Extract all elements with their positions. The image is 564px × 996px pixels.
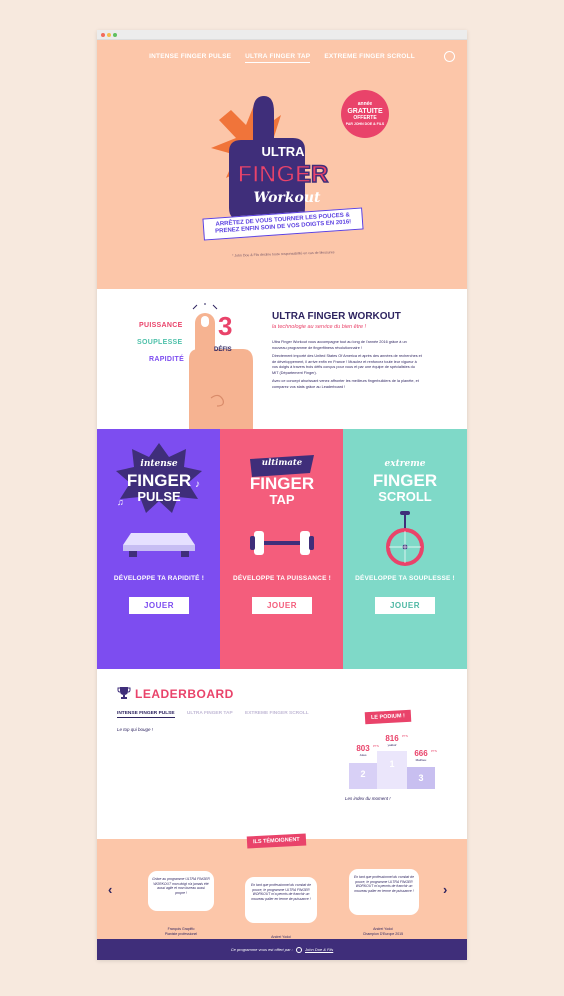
- main-nav: INTENSE FINGER PULSE ULTRA FINGER TAP EX…: [97, 53, 467, 63]
- game-card-tap: ultimate FINGER TAP DÉVELOPPE TA PUISSAN…: [220, 429, 344, 669]
- step-platform-icon: [123, 533, 195, 557]
- intro-body: Ultra Finger Workout vous accompagne tou…: [272, 340, 422, 393]
- game-tap-word1: FINGER: [249, 474, 315, 493]
- hero-section: INTENSE FINGER PULSE ULTRA FINGER TAP EX…: [97, 40, 467, 289]
- trophy-icon: [117, 687, 131, 699]
- badge-line4: PAR JOHN DOE & FILS: [345, 121, 385, 126]
- free-year-badge: année GRATUITE OFFERTE PAR JOHN DOE & FI…: [341, 90, 389, 138]
- podium-1-rank: 1: [389, 759, 394, 769]
- label-rapidite: RAPIDITÉ: [149, 356, 185, 363]
- disclaimer: * John Doe & Fils décline toute responsa…: [231, 250, 335, 258]
- badge-line1: année: [357, 101, 373, 107]
- unicycle-icon: [386, 511, 424, 566]
- podium-label: LE PODIUM !: [364, 709, 412, 725]
- footer-text: Ce programme vous est offert par :: [230, 947, 293, 952]
- browser-window: INTENSE FINGER PULSE ULTRA FINGER TAP EX…: [97, 30, 467, 960]
- challenge-label: DÉFIS: [214, 347, 232, 353]
- music-note-icon: ♪: [195, 479, 200, 490]
- play-pulse-button[interactable]: JOUER: [129, 597, 189, 614]
- intro-subtitle: la technologie au service du bien être !: [272, 324, 367, 330]
- browser-chrome: [97, 30, 467, 40]
- brand-logo-icon: [295, 946, 302, 953]
- testimonials-section: ILS TÉMOIGNENT ‹ › Grâce au programme UL…: [97, 833, 467, 944]
- leaderboard-tabs: INTENSE FINGER PULSE ULTRA FINGER TAP EX…: [117, 711, 320, 718]
- testimonial-bubble-2: En tant que professionnel du combat de p…: [245, 877, 317, 923]
- podium-graphic: 816 PTS yakkof 803 PTS Jules 666 PTS Mat…: [349, 734, 437, 789]
- next-arrow-icon[interactable]: ›: [443, 882, 447, 897]
- testimonial-author-1: François Grapiffo Pianiste professionel: [141, 927, 221, 937]
- testimonial-role-1: Pianiste professionel: [164, 931, 198, 936]
- heart-icon[interactable]: [444, 51, 455, 62]
- game-pulse-word1: FINGER: [126, 471, 192, 490]
- hand-icon: [189, 303, 253, 429]
- game-pulse-tagline: DÉVELOPPE TA RAPIDITÉ !: [113, 575, 205, 582]
- challenge-count: 3: [218, 311, 233, 341]
- podium-2-unit: PTS: [373, 744, 379, 748]
- tab-pulse[interactable]: INTENSE FINGER PULSE: [117, 711, 175, 718]
- site-footer: Ce programme vous est offert par : John …: [97, 939, 467, 960]
- tab-scroll[interactable]: EXTREME FINGER SCROLL: [245, 711, 309, 716]
- game-card-scroll: extreme FINGER SCROLL DÉVELOPPE TA SOUPL…: [343, 429, 467, 669]
- game-tap-tagline: DÉVELOPPE TA PUISSANCE !: [233, 575, 331, 582]
- maximize-dot[interactable]: [113, 33, 117, 37]
- game-pulse-word2: PULSE: [137, 489, 181, 504]
- game-scroll-word2: SCROLL: [378, 489, 432, 504]
- podium-3-rank: 3: [418, 773, 423, 783]
- intro-paragraph-3: Avec ce concept ahurissant venez affront…: [272, 379, 419, 389]
- game-scroll-word1: FINGER: [372, 471, 438, 490]
- intro-section: PUISSANCE SOUPLESSE RAPIDITÉ 3 DÉFIS ULT…: [97, 289, 467, 429]
- intro-paragraph-1: Ultra Finger Workout vous accompagne tou…: [272, 340, 407, 350]
- game-tap-word2: TAP: [269, 492, 295, 507]
- testimonials-label: ILS TÉMOIGNENT: [246, 833, 307, 849]
- prev-arrow-icon[interactable]: ‹: [108, 882, 112, 897]
- testimonial-author-3: Andrei Yodoi Champion D'Europe 2015: [343, 927, 423, 937]
- label-souplesse: SOUPLESSE: [137, 339, 183, 346]
- podium-1-score: 816: [385, 734, 399, 743]
- top-caption: Le top qui bouge !: [117, 727, 154, 732]
- testimonial-role-3: Champion D'Europe 2015: [362, 931, 404, 936]
- testimonial-bubble-3: En tant que professionnel du combat de p…: [349, 869, 419, 915]
- podium-2-rank: 2: [360, 769, 365, 779]
- dumbbell-icon: [250, 531, 314, 555]
- footer-brand-link[interactable]: John Doe & Fils: [305, 947, 333, 952]
- tab-tap[interactable]: ULTRA FINGER TAP: [187, 711, 233, 716]
- index-caption: Les index du moment !: [345, 796, 391, 801]
- play-tap-button[interactable]: JOUER: [252, 597, 312, 614]
- logo-ultra: ULTRA: [261, 144, 305, 159]
- play-scroll-button[interactable]: JOUER: [375, 597, 435, 614]
- podium-1-unit: PTS: [402, 734, 408, 738]
- intro-paragraph-2: Directement importé des United States Of…: [272, 354, 422, 375]
- badge-line3: OFFERTE: [353, 114, 377, 121]
- podium-1-name: yakkof: [388, 743, 397, 747]
- podium-2-name: Jules: [359, 753, 367, 757]
- minimize-dot[interactable]: [107, 33, 111, 37]
- leaderboard-section: LEADERBOARD INTENSE FINGER PULSE ULTRA F…: [97, 669, 467, 839]
- logo-finger: FINGER: [238, 161, 329, 188]
- game-scroll-word-top: extreme: [384, 459, 426, 469]
- nav-item-tap[interactable]: ULTRA FINGER TAP: [245, 53, 311, 63]
- game-tap-word-top: ultimate: [261, 458, 303, 468]
- games-section: intense FINGER PULSE ♪ ♫ DÉVELOPPE TA RA…: [97, 429, 467, 669]
- logo-workout: Workout: [254, 190, 322, 206]
- testimonial-bubble-1: Grâce au programme ULTRA FINGER WORKOUT …: [148, 871, 214, 911]
- podium-3-name: Mathieu: [416, 758, 427, 762]
- music-note-icon-2: ♫: [117, 497, 124, 507]
- game-scroll-tagline: DÉVELOPPE TA SOUPLESSE !: [355, 575, 455, 582]
- close-dot[interactable]: [101, 33, 105, 37]
- podium-3-score: 666: [414, 749, 428, 758]
- podium-2-score: 803: [356, 744, 370, 753]
- podium-3-unit: PTS: [431, 749, 437, 753]
- intro-title: ULTRA FINGER WORKOUT: [272, 311, 401, 322]
- label-puissance: PUISSANCE: [139, 322, 183, 329]
- game-pulse-word-top: intense: [140, 459, 178, 469]
- nav-item-scroll[interactable]: EXTREME FINGER SCROLL: [324, 53, 415, 62]
- game-card-pulse: intense FINGER PULSE ♪ ♫ DÉVELOPPE TA RA…: [97, 429, 221, 669]
- nav-item-pulse[interactable]: INTENSE FINGER PULSE: [149, 53, 231, 62]
- leaderboard-title: LEADERBOARD: [135, 687, 234, 701]
